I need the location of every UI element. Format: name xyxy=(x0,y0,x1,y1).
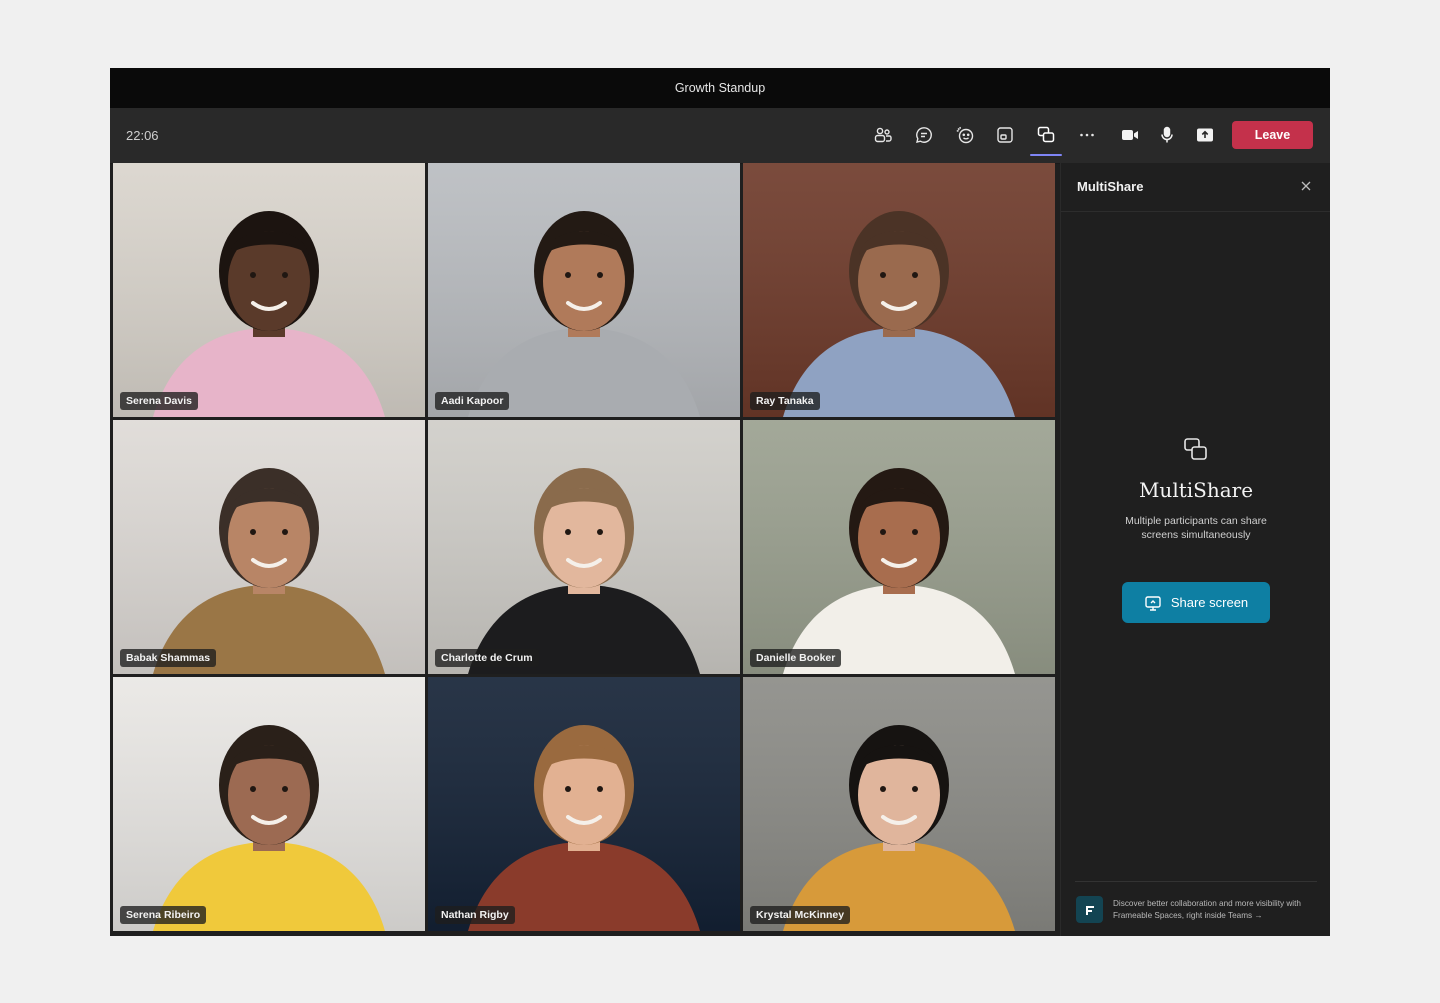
participant-name: Nathan Rigby xyxy=(435,906,515,924)
participant-name: Aadi Kapoor xyxy=(435,392,510,410)
meeting-timer: 22:06 xyxy=(126,128,159,143)
people-button[interactable] xyxy=(868,120,898,150)
share-screen-label: Share screen xyxy=(1170,595,1249,610)
multishare-illustration-icon xyxy=(1184,438,1207,460)
frameable-logo-icon xyxy=(1085,905,1094,915)
panel-footer: Discover better collaboration and more v… xyxy=(1075,881,1317,923)
react-button[interactable] xyxy=(950,120,980,150)
chat-button[interactable] xyxy=(909,120,939,150)
more-options-button[interactable] xyxy=(1072,120,1102,150)
more-options-icon xyxy=(1080,133,1094,137)
participant-name: Ray Tanaka xyxy=(750,392,820,410)
react-icon xyxy=(956,126,974,144)
multishare-icon xyxy=(1037,126,1055,143)
panel-header: MultiShare xyxy=(1061,163,1330,212)
share-tray-icon xyxy=(1197,128,1213,142)
participant-name: Krystal McKinney xyxy=(750,906,851,924)
participant-video xyxy=(743,163,1055,417)
participant-tile[interactable]: Charlotte de Crum xyxy=(428,420,740,674)
participant-tile[interactable]: Danielle Booker xyxy=(743,420,1055,674)
participant-tile[interactable]: Krystal McKinney xyxy=(743,677,1055,931)
share-screen-button[interactable]: Share screen xyxy=(1122,582,1270,623)
multishare-heading: MultiShare xyxy=(1138,478,1254,502)
participant-video xyxy=(743,420,1055,674)
multishare-panel: MultiShare MultiShare Multiple participa… xyxy=(1060,163,1330,936)
participant-video xyxy=(113,163,425,417)
frameable-logo[interactable] xyxy=(1076,896,1103,923)
participant-tile[interactable]: Ray Tanaka xyxy=(743,163,1055,417)
participant-name: Charlotte de Crum xyxy=(435,649,539,667)
mic-icon xyxy=(1161,126,1173,143)
participant-tile[interactable]: Aadi Kapoor xyxy=(428,163,740,417)
participant-name: Serena Davis xyxy=(120,392,198,410)
participant-video xyxy=(113,677,425,931)
camera-icon xyxy=(1122,130,1138,140)
mic-button[interactable] xyxy=(1152,120,1182,150)
participant-video xyxy=(113,420,425,674)
meeting-title: Growth Standup xyxy=(674,81,766,95)
participant-video xyxy=(428,677,740,931)
multishare-button[interactable] xyxy=(1030,120,1062,156)
multishare-description: Multiple participants can share screens … xyxy=(1125,515,1267,541)
participant-name: Danielle Booker xyxy=(750,649,842,667)
promo-link[interactable]: Discover better collaboration and more v… xyxy=(1113,898,1318,922)
view-button[interactable] xyxy=(990,120,1020,150)
close-icon[interactable] xyxy=(1297,177,1315,195)
participant-tile[interactable]: Serena Ribeiro xyxy=(113,677,425,931)
participant-tile[interactable]: Serena Davis xyxy=(113,163,425,417)
leave-button[interactable]: Leave xyxy=(1232,121,1313,149)
view-icon xyxy=(997,127,1013,143)
participant-tile[interactable]: Nathan Rigby xyxy=(428,677,740,931)
meeting-window: Growth Standup 22:06 Leave Serena Davis … xyxy=(110,68,1330,936)
meeting-toolbar: 22:06 Leave xyxy=(110,108,1330,164)
panel-title: MultiShare xyxy=(1077,179,1144,194)
share-tray-button[interactable] xyxy=(1190,120,1220,150)
participant-tile[interactable]: Babak Shammas xyxy=(113,420,425,674)
chat-icon xyxy=(916,127,932,143)
participant-video xyxy=(428,163,740,417)
people-icon xyxy=(874,127,892,143)
participant-video xyxy=(743,677,1055,931)
video-grid: Serena Davis Aadi Kapoor Ray Tanaka Babak S… xyxy=(113,163,1055,933)
title-bar: Growth Standup xyxy=(110,68,1330,108)
participant-video xyxy=(428,420,740,674)
screen-share-icon xyxy=(1145,595,1161,611)
camera-button[interactable] xyxy=(1115,120,1145,150)
participant-name: Serena Ribeiro xyxy=(120,906,207,924)
participant-name: Babak Shammas xyxy=(120,649,217,667)
